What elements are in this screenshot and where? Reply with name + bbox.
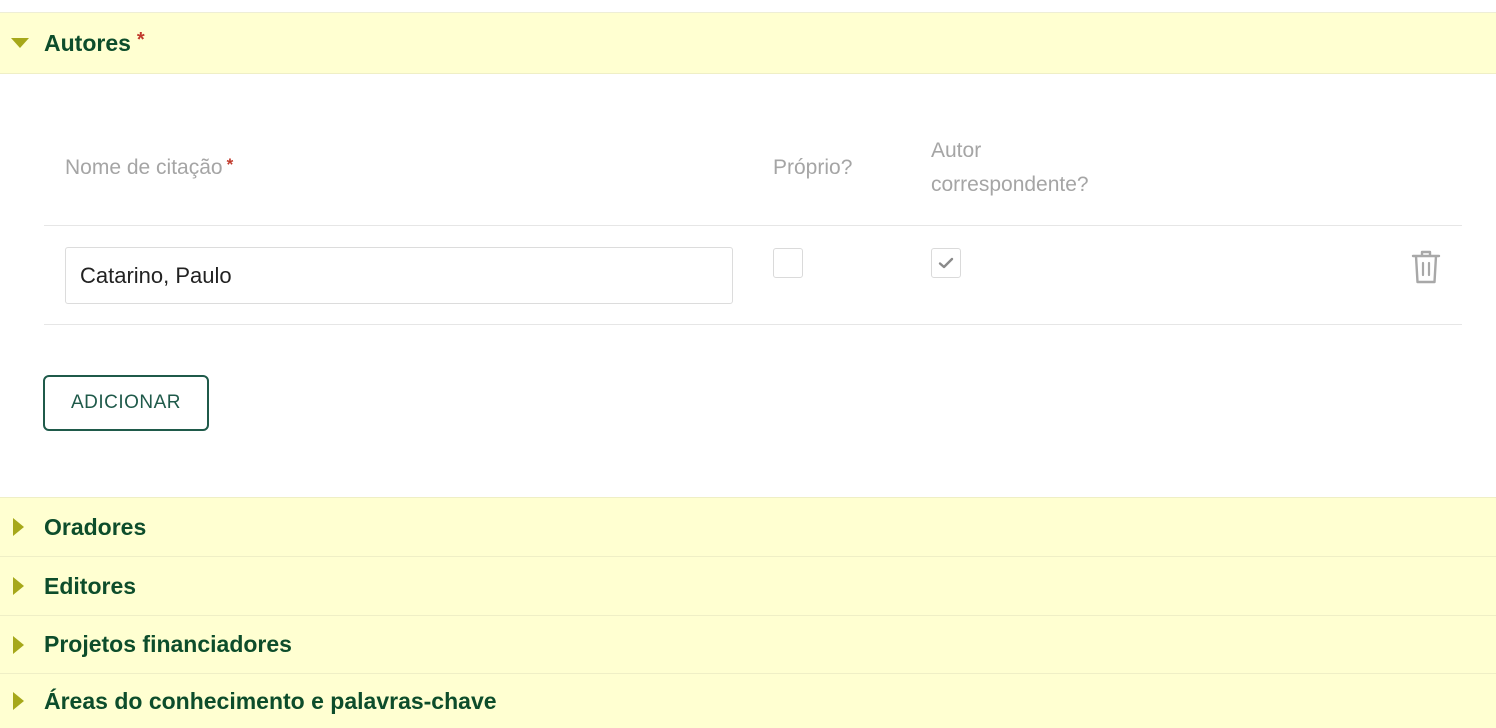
triangle-right-icon bbox=[0, 692, 44, 710]
section-title-editores: Editores bbox=[44, 572, 137, 599]
corresponding-author-checkbox[interactable] bbox=[931, 248, 961, 278]
author-name-input[interactable] bbox=[65, 247, 733, 304]
column-header-name: Nome de citação * bbox=[65, 151, 233, 186]
column-header-corresponding-line1: Autor bbox=[931, 139, 982, 162]
column-header-corresponding-line2: correspondente? bbox=[931, 173, 1089, 196]
table-row-divider bbox=[44, 324, 1462, 325]
column-header-corresponding: Autor correspondente? bbox=[931, 134, 1089, 202]
required-indicator: * bbox=[226, 155, 234, 174]
column-header-own: Próprio? bbox=[773, 156, 853, 179]
section-title-projetos: Projetos financiadores bbox=[44, 631, 292, 657]
section-header-projetos[interactable]: Projetos financiadores bbox=[0, 616, 1496, 674]
triangle-right-icon bbox=[0, 518, 44, 536]
section-header-oradores[interactable]: Oradores bbox=[0, 498, 1496, 557]
column-header-name-label: Nome de citação bbox=[65, 156, 223, 179]
table-header-divider bbox=[44, 225, 1462, 226]
triangle-down-icon bbox=[0, 38, 44, 48]
section-header-areas[interactable]: Áreas do conhecimento e palavras-chave bbox=[0, 674, 1496, 728]
triangle-right-icon bbox=[0, 577, 44, 595]
autores-panel: Nome de citação * Próprio? Autor correspo… bbox=[0, 74, 1496, 498]
check-icon bbox=[938, 257, 954, 269]
section-title-oradores: Oradores bbox=[44, 513, 147, 540]
own-checkbox[interactable] bbox=[773, 248, 803, 278]
trash-icon[interactable] bbox=[1410, 249, 1442, 285]
triangle-right-icon bbox=[0, 635, 44, 654]
section-header-editores[interactable]: Editores bbox=[0, 557, 1496, 616]
publication-form: Autores * Nome de citação * Próprio? Auto… bbox=[0, 0, 1496, 728]
top-strip bbox=[0, 0, 1496, 13]
add-author-button[interactable]: ADICIONAR bbox=[43, 375, 209, 431]
section-title-autores: Autores bbox=[44, 29, 131, 56]
section-title-areas: Áreas do conhecimento e palavras-chave bbox=[44, 687, 497, 714]
required-indicator: * bbox=[136, 28, 145, 51]
section-header-autores[interactable]: Autores * bbox=[0, 13, 1496, 74]
